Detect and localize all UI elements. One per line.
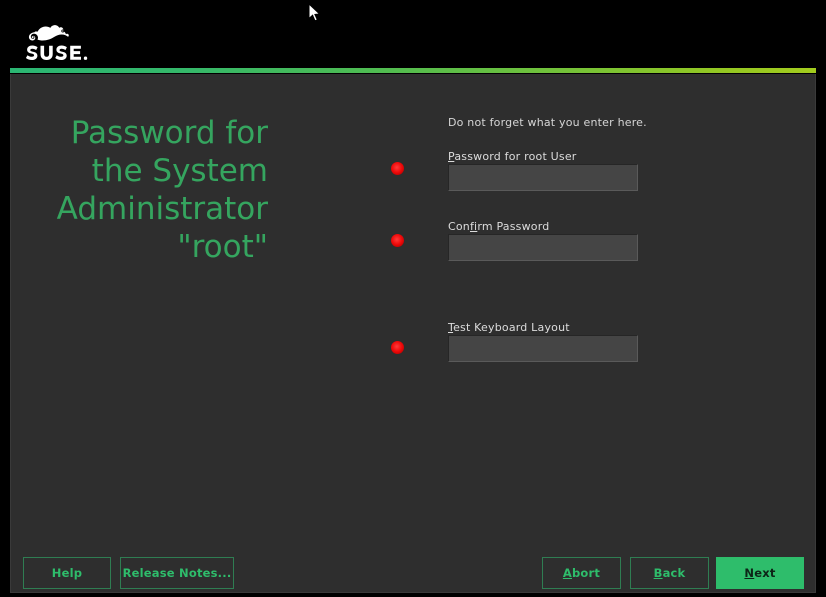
label-text-prefix: Con xyxy=(448,220,470,233)
brand-gradient-rule xyxy=(10,68,816,73)
label-root-password: Password for root User xyxy=(448,150,577,163)
confirm-password-input[interactable] xyxy=(448,234,638,261)
form-hint: Do not forget what you enter here. xyxy=(448,116,647,129)
label-text: est Keyboard Layout xyxy=(453,321,570,334)
back-button[interactable]: Back xyxy=(630,557,709,589)
status-indicator-icon xyxy=(391,234,404,247)
accel-char: A xyxy=(562,566,572,580)
root-password-input[interactable] xyxy=(448,164,638,191)
label-confirm-password: Confirm Password xyxy=(448,220,549,233)
next-button[interactable]: Next xyxy=(716,557,804,589)
button-label: bort xyxy=(572,566,601,580)
label-text: rm Password xyxy=(477,220,550,233)
status-indicator-icon xyxy=(391,341,404,354)
accel-char: N xyxy=(744,566,755,580)
accel-char: B xyxy=(653,566,663,580)
button-label: ext xyxy=(754,566,776,580)
page-title: Password for the System Administrator "r… xyxy=(56,115,268,265)
installer-window: Password for the System Administrator "r… xyxy=(0,0,826,597)
button-label: Release Notes... xyxy=(122,566,232,580)
window-header xyxy=(0,0,826,66)
test-keyboard-layout-input[interactable] xyxy=(448,335,638,362)
status-indicator-icon xyxy=(391,162,404,175)
button-bar: Help Release Notes... Abort Back Next xyxy=(10,552,816,594)
button-label: ack xyxy=(662,566,686,580)
release-notes-button[interactable]: Release Notes... xyxy=(120,557,234,589)
help-button[interactable]: Help xyxy=(23,557,111,589)
suse-logo xyxy=(22,19,114,63)
button-label: Help xyxy=(51,566,83,580)
abort-button[interactable]: Abort xyxy=(542,557,621,589)
label-text: assword for root User xyxy=(454,150,577,163)
label-test-keyboard-layout: Test Keyboard Layout xyxy=(448,321,570,334)
